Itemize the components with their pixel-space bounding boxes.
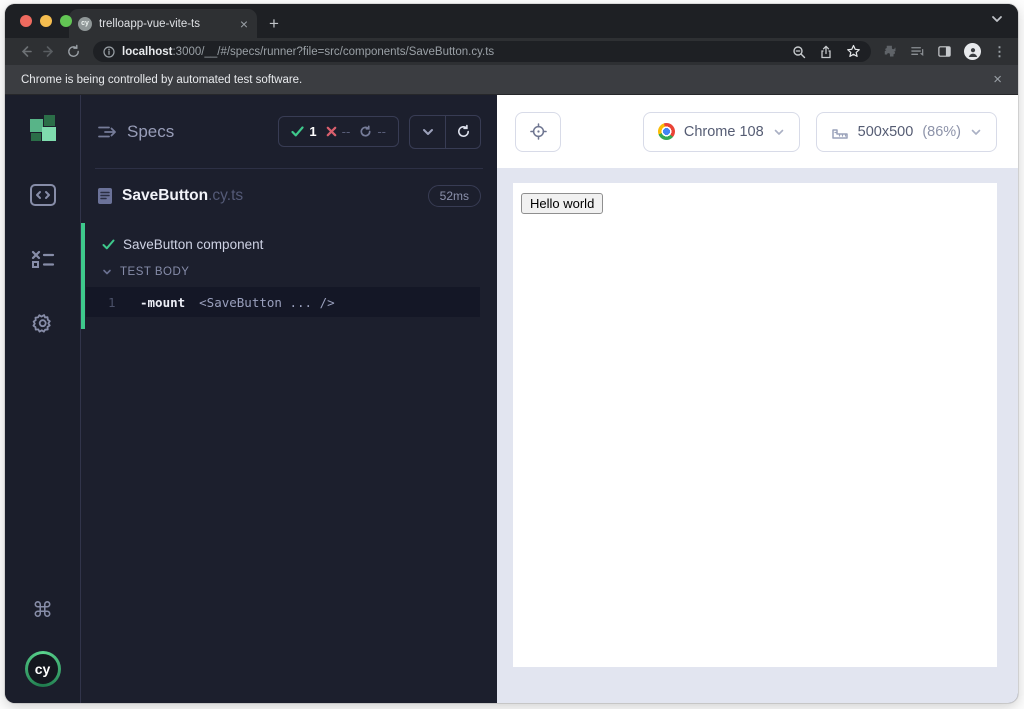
banner-close-icon[interactable]: × [993,72,1002,87]
automation-banner-text: Chrome is being controlled by automated … [21,73,303,86]
browser-select-dropdown[interactable]: Chrome 108 [642,111,800,152]
spec-duration-badge: 52ms [427,185,481,207]
command-name: -mount [140,294,186,310]
cypress-app-logo[interactable] [29,115,56,141]
spec-file-icon [97,187,113,205]
site-info-icon[interactable] [103,45,115,58]
bookmark-star-icon[interactable] [846,44,861,59]
url-path: :3000/__/#/specs/runner?file=src/compone… [172,45,495,58]
tab-search-chevron-icon[interactable] [990,12,1004,26]
collapse-chevron-button[interactable] [410,116,445,148]
browser-toolbar: localhost:3000/__/#/specs/runner?file=sr… [5,38,1018,65]
tab-strip: cy trelloapp-vue-vite-ts × + [5,4,1018,38]
passed-indicator-bar [81,223,85,329]
browser-window: cy trelloapp-vue-vite-ts × + localhost:3… [5,4,1018,703]
test-name: SaveButton component [123,237,264,252]
new-tab-button[interactable]: + [269,15,279,32]
stat-pending: -- [359,124,386,139]
failed-count: -- [341,124,351,139]
address-bar[interactable]: localhost:3000/__/#/specs/runner?file=sr… [93,41,871,62]
passed-count: 1 [309,124,317,139]
automation-banner: Chrome is being controlled by automated … [5,65,1018,95]
run-stats[interactable]: 1 -- -- [278,116,399,147]
profile-avatar[interactable] [964,43,981,60]
browser-select-label: Chrome 108 [683,123,764,140]
minimize-window-button[interactable] [40,15,52,27]
zoom-icon[interactable] [792,45,806,59]
viewport-select-dropdown[interactable]: 500x500 (86%) [815,111,997,152]
forward-icon[interactable] [39,42,59,62]
cypress-app: ⌘ cy Specs 1 -- -- SaveButton.cy.ts 52ms… [5,95,1018,703]
keyboard-shortcuts-icon[interactable]: ⌘ [32,598,53,623]
test-body-label: TEST BODY [120,266,190,278]
pending-count: -- [377,124,386,139]
specs-header: Specs 1 -- -- [81,95,497,168]
selector-playground-button[interactable] [515,111,561,152]
cy-logo-text: cy [27,654,58,684]
test-result-section: SaveButton component TEST BODY 1 -mount … [81,223,497,329]
back-icon[interactable] [15,42,35,62]
component-viewport: Hello world [497,168,1018,703]
specs-panel: Specs 1 -- -- SaveButton.cy.ts 52ms Save… [81,95,497,703]
side-panel-icon[interactable] [937,44,952,59]
spec-actions [409,114,481,149]
spec-file-row[interactable]: SaveButton.cy.ts 52ms [81,169,497,223]
stat-passed: 1 [291,124,317,139]
settings-gear-icon[interactable] [29,309,57,337]
viewport-size-label: 500x500 [857,123,914,140]
spec-file-name: SaveButton [122,187,209,204]
viewport-zoom-label: (86%) [922,123,961,140]
preview-panel: Chrome 108 500x500 (86%) Hello world [497,95,1018,703]
specs-explorer-icon[interactable] [29,181,57,209]
specs-list-icon [97,124,117,140]
component-iframe: Hello world [513,183,997,667]
url-text: localhost:3000/__/#/specs/runner?file=sr… [122,46,785,58]
test-body-toggle[interactable]: TEST BODY [86,252,497,287]
cypress-version-badge[interactable]: cy [24,651,61,687]
share-icon[interactable] [819,45,833,59]
browser-menu-icon[interactable]: ⋮ [993,44,1006,60]
url-host: localhost [122,45,173,58]
command-line-number: 1 [108,294,116,310]
test-results-icon[interactable] [29,245,57,273]
test-row[interactable]: SaveButton component [86,225,497,252]
cypress-favicon: cy [78,16,92,31]
command-log-row[interactable]: 1 -mount <SaveButton ... /> [86,287,480,317]
stat-failed: -- [326,124,351,139]
extensions-puzzle-icon[interactable] [883,44,898,59]
tab-title: trelloapp-vue-vite-ts [99,17,200,30]
maximize-window-button[interactable] [60,15,72,27]
traffic-lights [20,15,72,27]
ruler-icon [831,124,849,140]
cypress-nav-rail: ⌘ cy [5,95,81,703]
browser-tab[interactable]: cy trelloapp-vue-vite-ts × [69,9,257,38]
command-args: <SaveButton ... /> [199,294,335,310]
reading-list-icon[interactable] [910,44,925,59]
chrome-logo-icon [657,123,675,140]
rerun-button[interactable] [445,115,480,148]
close-window-button[interactable] [20,15,32,27]
specs-title: Specs [127,121,175,141]
spec-file-ext: .cy.ts [208,187,244,204]
hello-world-button[interactable]: Hello world [521,193,604,214]
reload-icon[interactable] [63,42,83,62]
preview-header: Chrome 108 500x500 (86%) [497,95,1018,168]
tab-close-icon[interactable]: × [240,17,248,31]
